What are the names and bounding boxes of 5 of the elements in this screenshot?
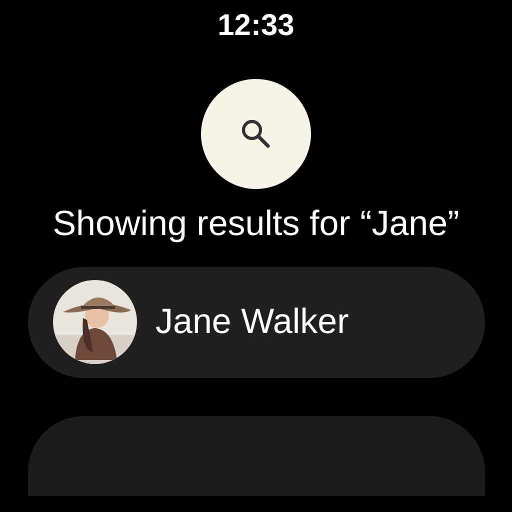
- results-heading: Showing results for “Jane”: [52, 203, 460, 245]
- contact-chip[interactable]: Jane Walker: [28, 266, 484, 378]
- search-icon: [240, 118, 272, 150]
- clock-time: 12:33: [218, 11, 294, 41]
- contact-name: Jane Walker: [156, 300, 349, 343]
